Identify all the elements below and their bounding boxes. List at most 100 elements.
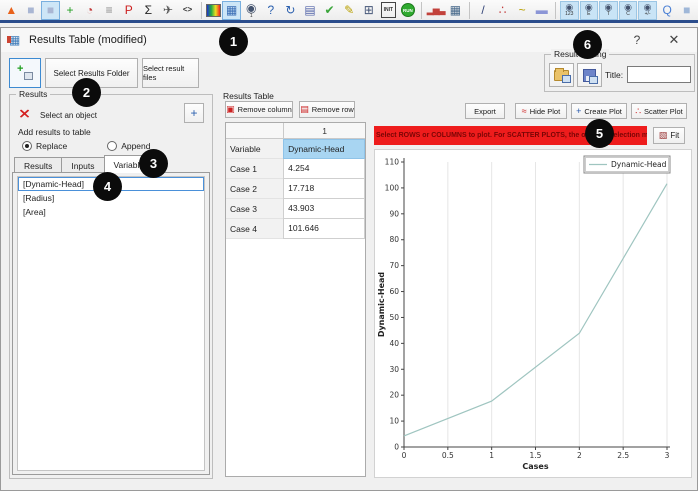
remove-row-button[interactable]: ▤ Remove row <box>299 101 355 118</box>
check-icon[interactable]: ✔ <box>320 1 339 20</box>
tab-inputs[interactable]: Inputs <box>61 157 104 173</box>
results-tabs: Results Inputs Variables <box>14 155 157 173</box>
p-curve-icon[interactable]: P <box>119 1 138 20</box>
eye-123-icon[interactable]: ◉123 <box>560 1 579 20</box>
open-results-button[interactable] <box>549 63 574 87</box>
histogram-icon[interactable]: ▂▅▃ <box>426 1 445 20</box>
toolbar-separator <box>201 2 202 19</box>
title-input[interactable] <box>627 66 691 83</box>
cube-icon[interactable]: ■ <box>22 1 41 20</box>
row-header: Case 2 <box>226 179 283 199</box>
radio-append-circle[interactable] <box>107 141 117 151</box>
polyline-icon[interactable]: ~ <box>513 1 532 20</box>
svg-text:70: 70 <box>389 261 399 270</box>
results-group-label: Results <box>16 89 50 99</box>
add-results-label: Add results to table <box>18 127 91 137</box>
radio-append[interactable]: Append <box>107 141 150 151</box>
search-blue-icon[interactable]: Q <box>658 1 677 20</box>
cell-case-3[interactable]: 43.903 <box>283 199 365 219</box>
svg-text:2.5: 2.5 <box>617 451 629 460</box>
save-results-button[interactable] <box>577 63 602 87</box>
result-saving-group: Result Saving Title: <box>544 54 695 92</box>
flame-icon[interactable]: ▲ <box>2 1 21 20</box>
numbered-points-icon[interactable]: ∴ <box>493 1 512 20</box>
svg-text:30: 30 <box>389 365 399 374</box>
annotation-badge-3: 3 <box>139 149 168 178</box>
layers-icon[interactable]: ≡ <box>100 1 119 20</box>
cylinder-icon[interactable]: ▬ <box>532 1 551 20</box>
export-button[interactable]: Export <box>465 103 505 119</box>
eye-1-icon[interactable]: ◉1 <box>242 1 261 20</box>
svg-text:Dynamic-Head: Dynamic-Head <box>611 160 667 169</box>
screen: ▲■■+◔≡PΣ✈<>▦◉1?↻▤✔✎⊞INITRUN▂▅▃▦/∴~▬◉123◉… <box>0 0 698 491</box>
annotation-badge-1: 1 <box>219 27 248 56</box>
sigma-icon[interactable]: Σ <box>139 1 158 20</box>
code-tags-icon[interactable]: <> <box>178 1 197 20</box>
svg-text:0: 0 <box>402 451 407 460</box>
results-data-table[interactable]: 1 Variable Name Dynamic-Head Case 1 4.25… <box>225 122 366 477</box>
row-header: Case 4 <box>226 219 283 239</box>
svg-text:40: 40 <box>389 339 399 348</box>
eye-e-icon[interactable]: ◉E <box>580 1 599 20</box>
remove-row-label: Remove row <box>312 105 354 114</box>
init-icon[interactable]: INIT <box>379 1 398 20</box>
plot-area[interactable]: 010203040506070809010011000.511.522.53Ca… <box>374 149 692 478</box>
variables-listbox[interactable]: [Dynamic-Head] [Radius] [Area] <box>17 176 205 471</box>
table-row: Case 1 4.254 <box>226 159 365 179</box>
remove-column-button[interactable]: ▣ Remove column <box>225 101 293 118</box>
table-icon[interactable]: ▦ <box>446 1 465 20</box>
eye-c-icon[interactable]: ◉C <box>619 1 638 20</box>
row-header: Variable Name <box>226 139 283 159</box>
scatter-plot-icon: ∴ <box>635 107 641 116</box>
line-chart: 010203040506070809010011000.511.522.53Ca… <box>375 150 693 479</box>
results-table-icon[interactable]: ▦ <box>222 1 241 20</box>
results-table-dialog-icon: ▦ <box>9 34 21 46</box>
help-button[interactable]: ? <box>622 29 652 51</box>
row-header: Case 1 <box>226 159 283 179</box>
radio-replace[interactable]: Replace <box>22 141 67 151</box>
help-message-icon[interactable]: ? <box>262 1 281 20</box>
run-icon[interactable]: RUN <box>399 1 418 20</box>
eye-t-icon[interactable]: ◉T <box>599 1 618 20</box>
fit-label: Fit <box>670 131 679 140</box>
partial-icon-icon[interactable]: ■ <box>677 1 696 20</box>
add-result-button[interactable]: + <box>184 103 204 123</box>
pencil-icon[interactable]: ✎ <box>340 1 359 20</box>
scatter-plot-button[interactable]: ∴ Scatter Plot <box>631 103 687 119</box>
clear-object-icon[interactable]: ✕ <box>18 106 31 122</box>
colorbar-icon[interactable] <box>206 4 222 17</box>
refresh-icon[interactable]: ↻ <box>281 1 300 20</box>
cell-case-2[interactable]: 17.718 <box>283 179 365 199</box>
svg-text:2: 2 <box>577 451 582 460</box>
eye-plusminus-icon[interactable]: ◉+/- <box>638 1 657 20</box>
svg-text:0: 0 <box>394 443 399 452</box>
table-row: Case 2 17.718 <box>226 179 365 199</box>
timer-icon[interactable]: ◔ <box>80 1 99 20</box>
add-object-icon: + <box>17 66 33 80</box>
add-object-button[interactable]: + <box>9 58 41 88</box>
cell-case-1[interactable]: 4.254 <box>283 159 365 179</box>
close-button[interactable]: ✕ <box>659 29 689 51</box>
results-group: Results ✕ Select an object + Add results… <box>9 94 213 479</box>
tab-results[interactable]: Results <box>14 157 62 173</box>
fit-button[interactable]: ▧ Fit <box>653 127 685 144</box>
line-segment-icon[interactable]: / <box>474 1 493 20</box>
create-plot-button[interactable]: + Create Plot <box>571 103 627 119</box>
list-item-area[interactable]: [Area] <box>18 205 204 219</box>
svg-text:10: 10 <box>389 417 399 426</box>
column-header-1[interactable]: 1 <box>283 123 365 138</box>
add-points-icon[interactable]: + <box>61 1 80 20</box>
select-result-files-button[interactable]: Select result files <box>142 58 199 88</box>
airplane-icon[interactable]: ✈ <box>159 1 178 20</box>
cell-case-4[interactable]: 101.646 <box>283 219 365 239</box>
table-row: Variable Name Dynamic-Head <box>226 139 365 159</box>
calculator-icon[interactable]: ⊞ <box>359 1 378 20</box>
save-icon[interactable]: ▤ <box>301 1 320 20</box>
hide-plot-button[interactable]: ≈ Hide Plot <box>515 103 567 119</box>
table-row: Case 4 101.646 <box>226 219 365 239</box>
cube-selected-icon[interactable]: ■ <box>41 1 60 20</box>
cell-variable-name[interactable]: Dynamic-Head <box>283 139 365 159</box>
row-header: Case 3 <box>226 199 283 219</box>
radio-replace-circle[interactable] <box>22 141 32 151</box>
results-table-dialog: ▦ Results Table (modified) ? ✕ + Select … <box>0 27 698 491</box>
